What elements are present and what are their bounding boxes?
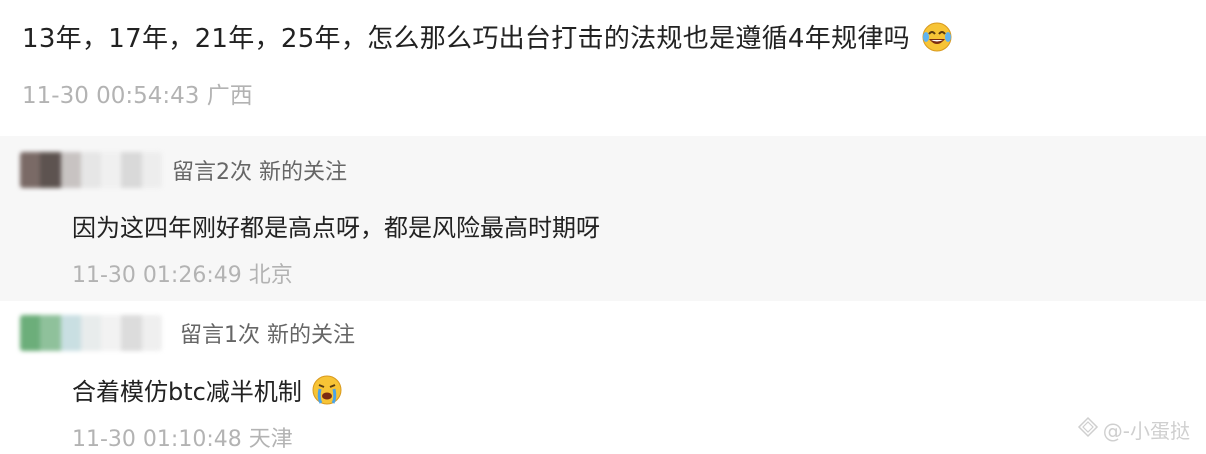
- reply-meta: 11-30 01:10:48 天津: [72, 421, 293, 453]
- location: 天津: [248, 427, 293, 452]
- reply-item: 留言2次 新的关注 因为这四年刚好都是高点呀，都是风险最高时期呀 11-30 0…: [0, 136, 1206, 301]
- reply-text: 合着模仿btc减半机制: [72, 378, 302, 406]
- reply-tag: 留言2次 新的关注: [172, 160, 347, 185]
- main-comment-text-row: 13年，17年，21年，25年，怎么那么巧出台打击的法规也是遵循4年规律吗: [22, 18, 953, 60]
- reply-text-row: 合着模仿btc减半机制: [72, 372, 343, 412]
- timestamp: 11-30 01:26:49: [72, 263, 242, 288]
- location: 广西: [206, 83, 253, 109]
- watermark-logo-icon: [1077, 416, 1099, 443]
- reply-tag: 留言1次 新的关注: [180, 323, 355, 348]
- reply-text: 因为这四年刚好都是高点呀，都是风险最高时期呀: [72, 214, 600, 242]
- timestamp: 11-30 00:54:43: [22, 83, 200, 109]
- timestamp: 11-30 01:10:48: [72, 427, 242, 452]
- laughing-tears-icon: [921, 21, 953, 60]
- reply-item: 留言1次 新的关注 合着模仿btc减半机制 11-30 01:10:48 天津: [0, 301, 1206, 454]
- main-comment: 13年，17年，21年，25年，怎么那么巧出台打击的法规也是遵循4年规律吗 11…: [0, 0, 1206, 136]
- location: 北京: [248, 263, 293, 288]
- blurred-avatar-username[interactable]: [20, 315, 162, 351]
- crying-face-icon: [311, 374, 343, 412]
- reply-meta: 11-30 01:26:49 北京: [72, 257, 293, 289]
- blurred-avatar-username[interactable]: [20, 152, 162, 188]
- main-comment-text: 13年，17年，21年，25年，怎么那么巧出台打击的法规也是遵循4年规律吗: [22, 24, 910, 54]
- watermark-text: @-小蛋挞: [1102, 419, 1190, 443]
- watermark: @-小蛋挞: [1077, 415, 1190, 444]
- main-comment-meta: 11-30 00:54:43 广西: [22, 76, 253, 110]
